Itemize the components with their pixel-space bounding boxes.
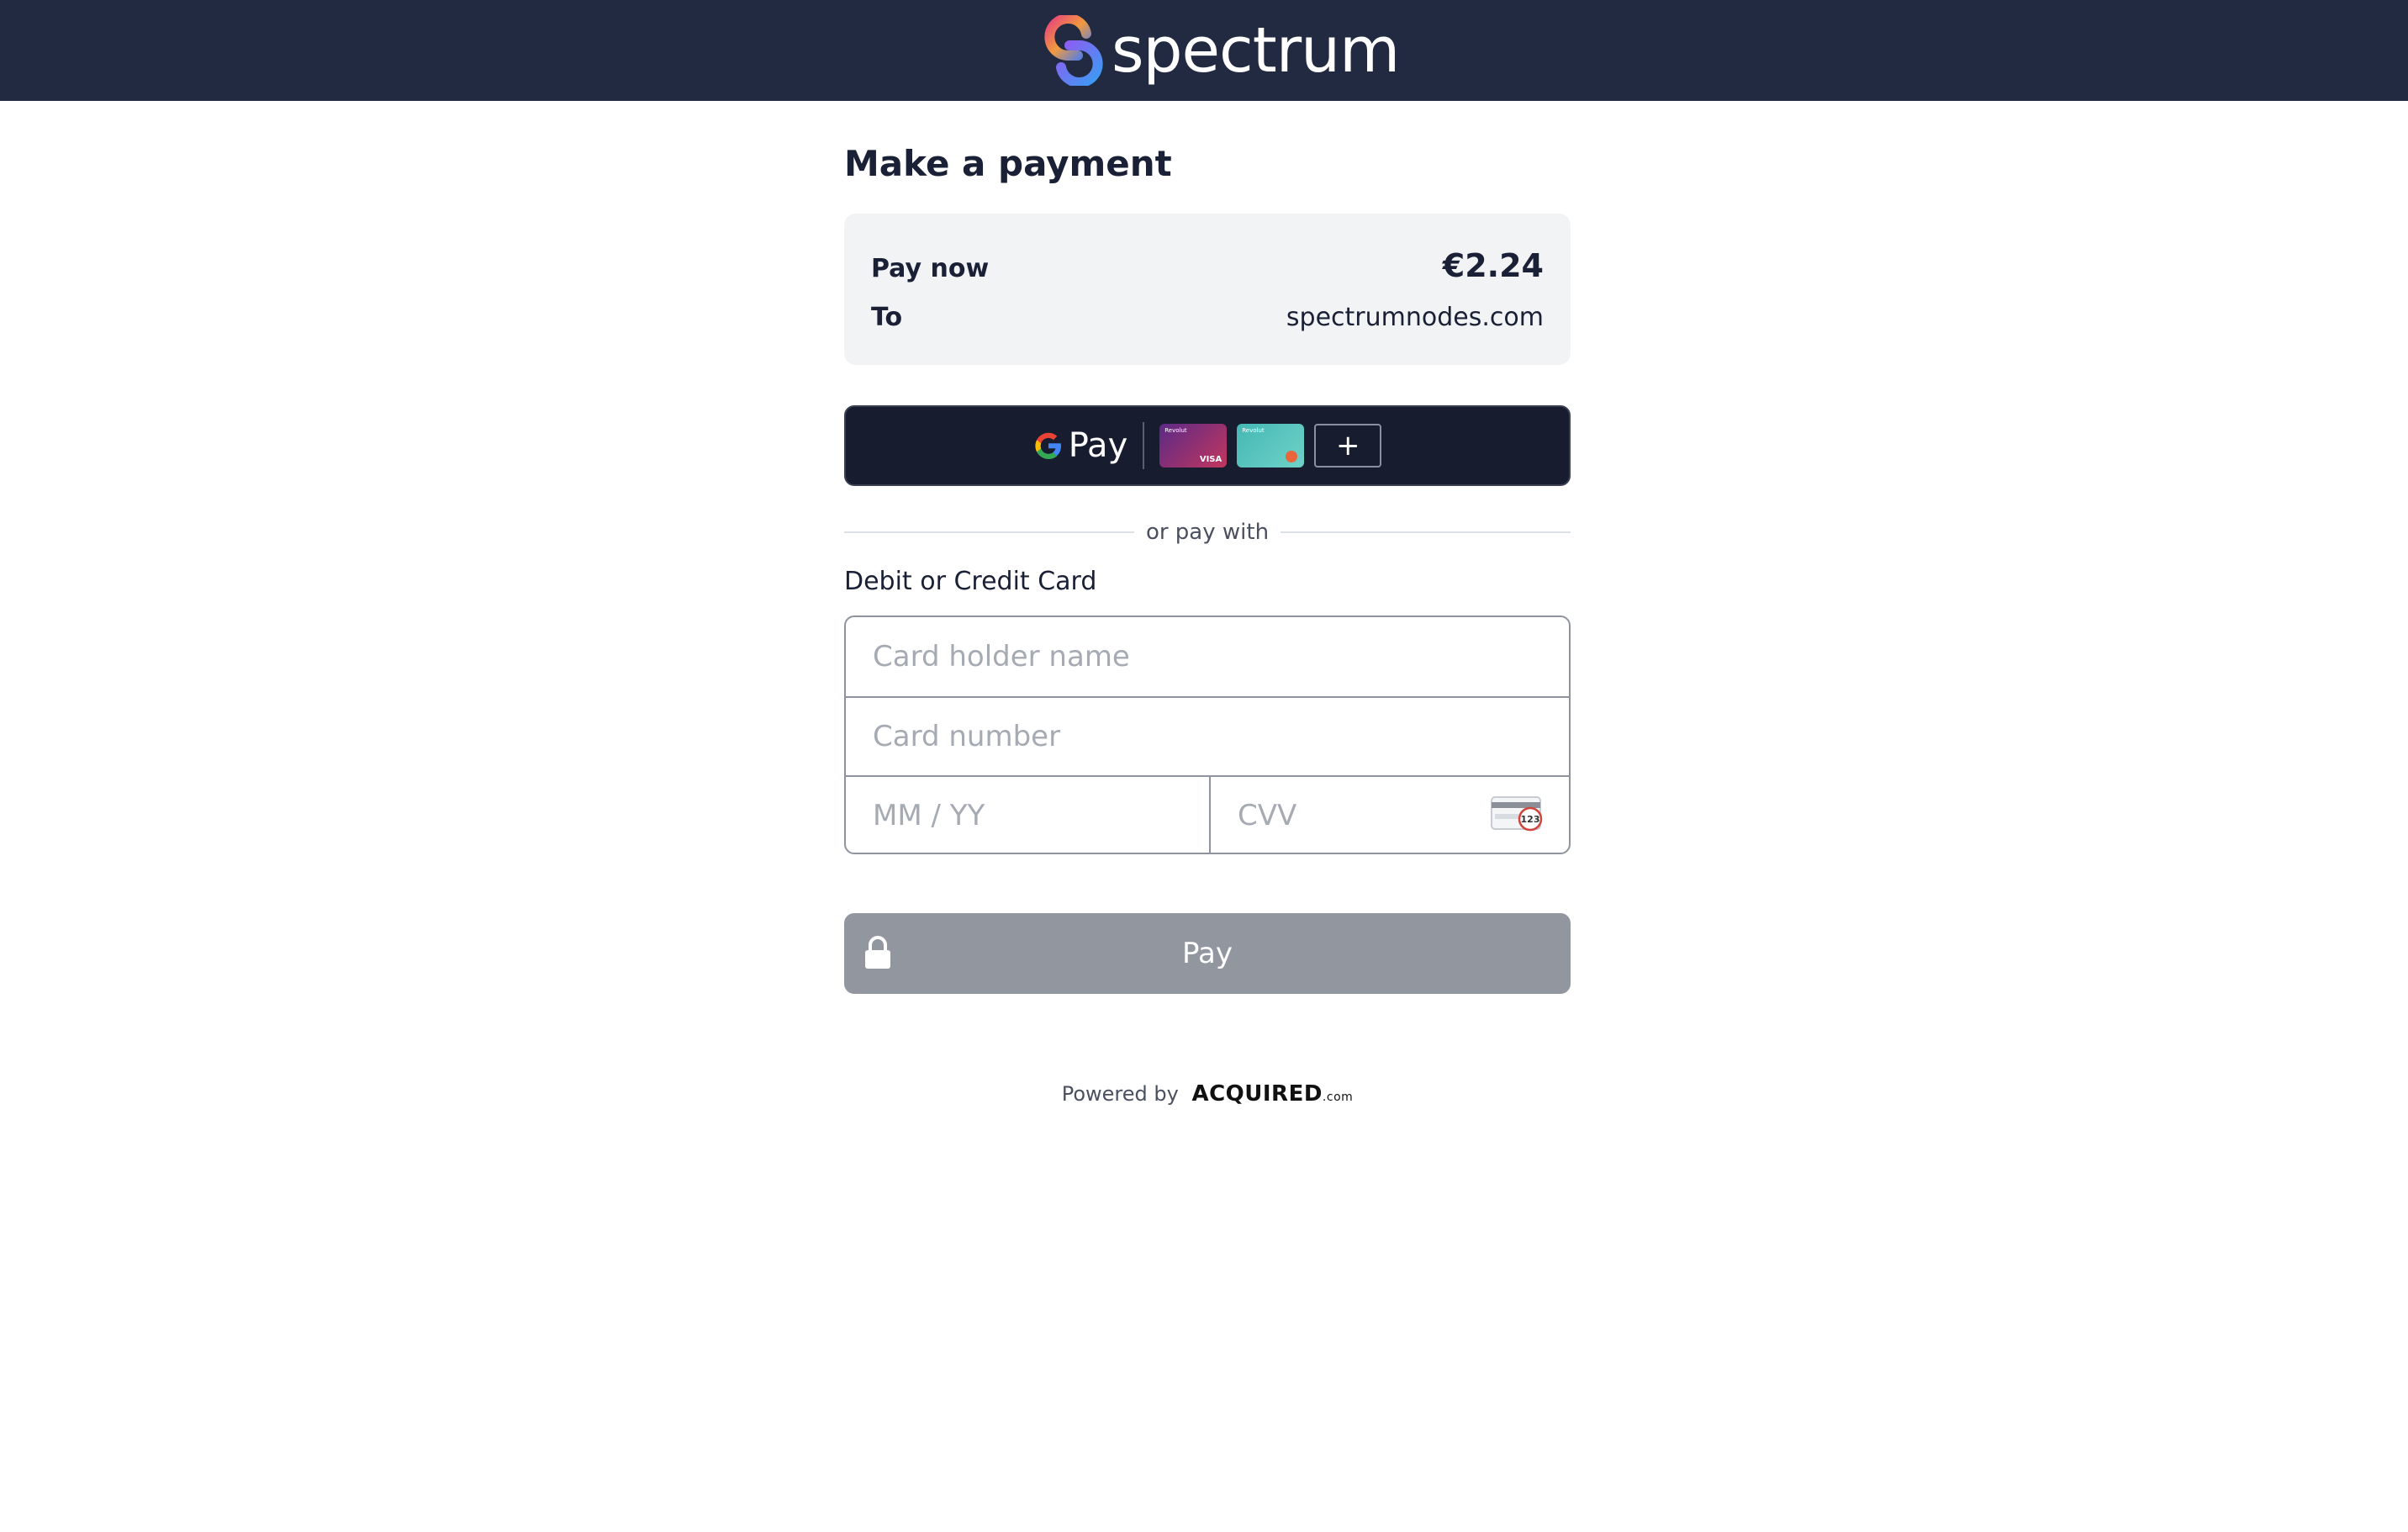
to-label: To — [871, 303, 903, 332]
spectrum-logo-icon — [1044, 15, 1103, 86]
page-title: Make a payment — [844, 143, 1172, 184]
payment-amount: €2.24 — [1442, 247, 1544, 284]
cvv-card-icon: 123 — [1491, 796, 1543, 832]
visa-brand-label: VISA — [1199, 455, 1222, 464]
acquired-logo: ACQUIRED.com — [1191, 1081, 1353, 1107]
google-pay-separator — [1143, 422, 1145, 469]
pay-now-label: Pay now — [871, 254, 990, 283]
expiry-input[interactable] — [846, 775, 1209, 853]
saved-card-mastercard: Revolut — [1237, 424, 1305, 468]
card-form: 123 — [844, 615, 1571, 854]
google-g-icon — [1035, 432, 1061, 459]
card-issuer-label: Revolut — [1164, 427, 1187, 434]
pay-button[interactable]: Pay — [844, 913, 1571, 994]
card-section-label: Debit or Credit Card — [844, 567, 1097, 596]
card-issuer-label-2: Revolut — [1242, 427, 1265, 434]
cardholder-name-input[interactable] — [846, 617, 1569, 696]
acquired-name: ACQUIRED — [1191, 1081, 1323, 1107]
lock-icon — [865, 936, 890, 969]
pay-button-label: Pay — [1182, 937, 1233, 970]
divider-text: or pay with — [1145, 520, 1270, 545]
saved-card-visa: Revolut VISA — [1159, 424, 1228, 468]
powered-by-text: Powered by — [1061, 1082, 1179, 1106]
acquired-suffix: .com — [1322, 1091, 1354, 1104]
divider-line-right — [1281, 531, 1571, 533]
mastercard-icon — [1286, 451, 1298, 462]
header-bar: spectrum — [0, 0, 2408, 101]
brand-name: spectrum — [1112, 14, 1400, 87]
card-number-input[interactable] — [846, 696, 1569, 775]
google-pay-label: Pay — [1068, 426, 1128, 465]
payment-summary: Pay now €2.24 To spectrumnodes.com — [844, 214, 1571, 365]
google-pay-content: Pay Revolut VISA Revolut + — [1033, 422, 1382, 469]
powered-by-footer: Powered by ACQUIRED.com — [844, 1081, 1571, 1107]
cvv-hint-text: 123 — [1521, 814, 1540, 825]
google-pay-button[interactable]: Pay Revolut VISA Revolut + — [844, 405, 1571, 486]
payee-name: spectrumnodes.com — [1286, 303, 1544, 332]
or-divider: or pay with — [844, 520, 1571, 545]
add-card-icon: + — [1314, 424, 1382, 468]
brand-logo: spectrum — [1036, 12, 1400, 89]
divider-line-left — [844, 531, 1134, 533]
